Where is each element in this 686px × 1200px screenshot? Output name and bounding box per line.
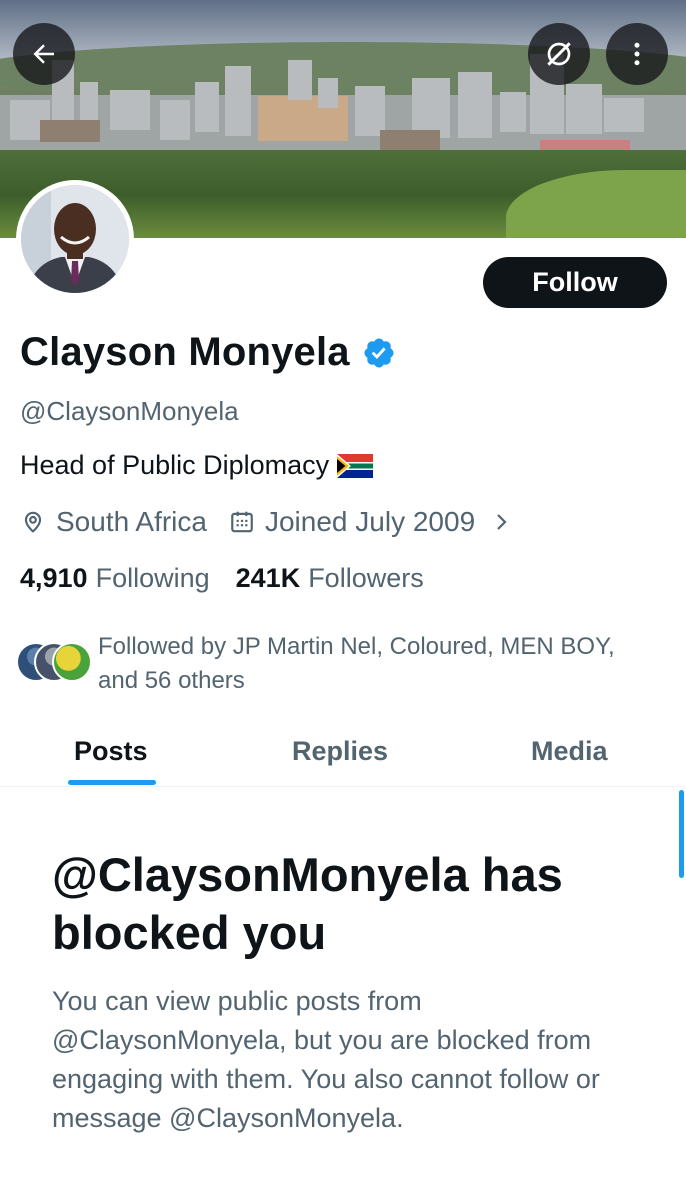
arrow-left-icon [33, 44, 54, 64]
follower-avatar [52, 642, 92, 682]
profile-joined-date: Joined July 2009 [264, 506, 476, 537]
profile-location: South Africa [56, 506, 207, 537]
avatar-photo [21, 185, 129, 293]
chevron-right-icon[interactable] [489, 510, 513, 534]
back-button[interactable] [13, 23, 75, 85]
profile-meta-row: South Africa Joined July 2009 [20, 506, 513, 538]
tab-replies[interactable]: Replies [292, 722, 388, 786]
followers-count: 241K [235, 563, 301, 593]
grok-button[interactable] [528, 23, 590, 85]
profile-name-row: Clayson Monyela [20, 330, 396, 375]
blocked-description: You can view public posts from @ClaysonM… [52, 986, 600, 1133]
grok-icon [547, 42, 571, 66]
active-tab-indicator [68, 780, 156, 785]
scrollbar[interactable] [679, 790, 684, 878]
followed-by-avatars [16, 642, 96, 682]
followed-by-row[interactable]: Followed by JP Martin Nel, Coloured, MEN… [16, 630, 658, 698]
south-africa-flag-icon [337, 453, 374, 478]
following-label: Following [95, 563, 210, 593]
following-count: 4,910 [20, 563, 88, 593]
followed-by-text: Followed by JP Martin Nel, Coloured, MEN… [98, 633, 615, 694]
tab-media[interactable]: Media [531, 722, 608, 786]
following-link[interactable]: 4,910 Following [20, 563, 210, 594]
follow-button[interactable]: Follow [483, 257, 667, 308]
verified-badge-icon[interactable] [362, 336, 396, 370]
followers-label: Followers [308, 563, 424, 593]
more-vertical-icon [634, 42, 640, 66]
profile-tabs: Posts Replies Media [0, 722, 686, 787]
avatar[interactable] [16, 180, 134, 298]
more-options-button[interactable] [606, 23, 668, 85]
blocked-title: @ClaysonMonyela has blocked you [52, 848, 563, 959]
profile-bio-row: Head of Public Diplomacy [20, 450, 374, 481]
profile-handle: @ClaysonMonyela [20, 396, 239, 426]
profile-bio: Head of Public Diplomacy [20, 450, 330, 480]
followers-link[interactable]: 241K Followers [236, 563, 424, 594]
location-pin-icon [24, 511, 42, 533]
profile-counts: 4,910 Following 241K Followers [20, 563, 424, 594]
tab-posts[interactable]: Posts [74, 722, 148, 786]
calendar-icon [231, 511, 253, 533]
profile-name: Clayson Monyela [20, 330, 350, 374]
